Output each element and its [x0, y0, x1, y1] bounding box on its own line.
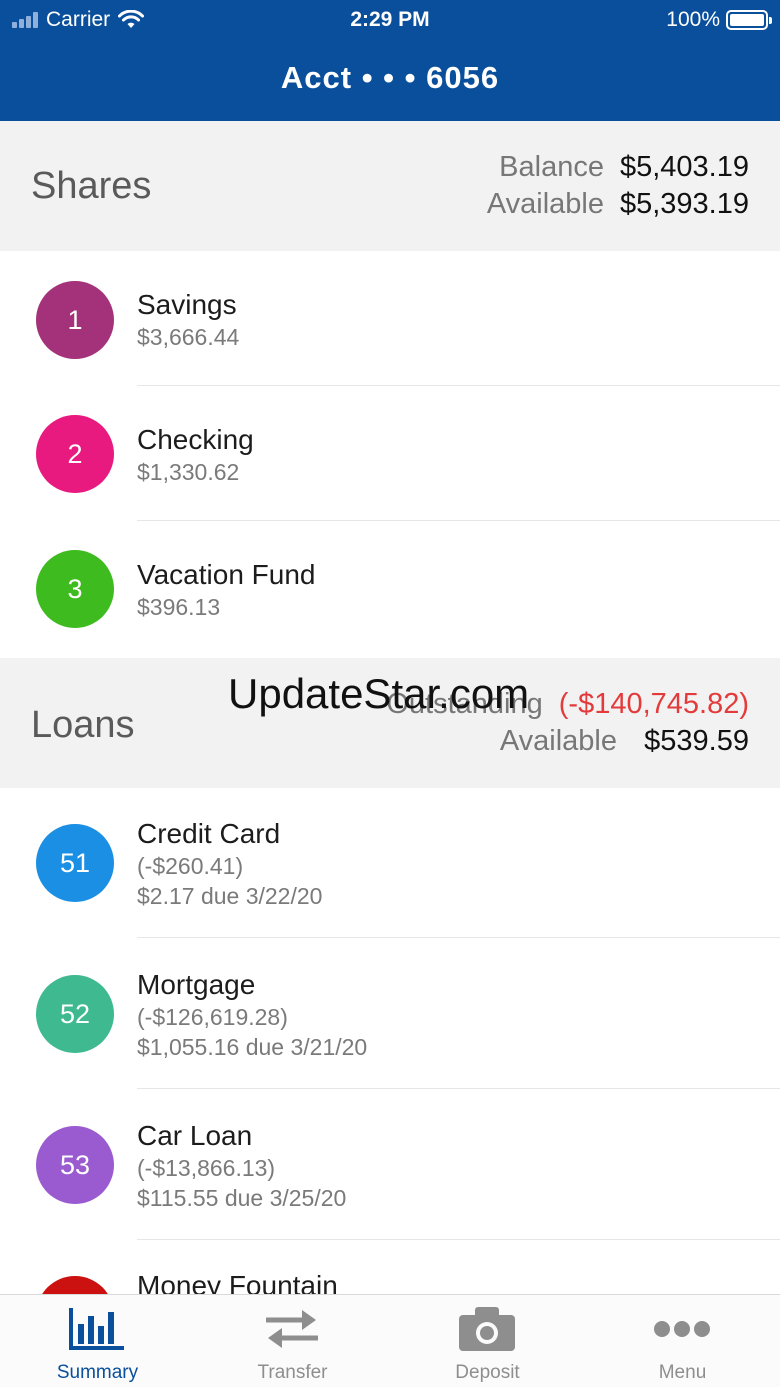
loans-available-value: $539.59 [644, 725, 749, 757]
loans-outstanding-value: (-$140,745.82) [558, 688, 749, 720]
account-amount: $396.13 [137, 594, 221, 620]
status-time: 2:29 PM [350, 8, 430, 31]
loan-due: $115.55 due 3/25/20 [137, 1185, 347, 1211]
loans-title: Loans [31, 704, 135, 746]
watermark-text: UpdateStar.com [228, 670, 530, 717]
loan-balance: (-$126,619.28) [137, 1004, 288, 1030]
battery-percent: 100% [666, 8, 720, 31]
more-dots-icon [652, 1305, 712, 1353]
tab-bar: Summary Transfer Deposit Menu [0, 1294, 780, 1387]
account-name: Checking [137, 424, 254, 455]
account-title: Acct • • • 6056 [280, 60, 500, 95]
loan-row-credit-card[interactable]: 51 Credit Card (-$260.41) $2.17 due 3/22… [0, 788, 780, 938]
account-row-savings[interactable]: 1 Savings $3,666.44 [0, 251, 780, 386]
bar-chart-icon [67, 1305, 127, 1353]
account-row-vacation-fund[interactable]: 3 Vacation Fund $396.13 [0, 521, 780, 658]
tab-menu[interactable]: Menu [585, 1295, 780, 1387]
transfer-arrows-icon [262, 1305, 322, 1353]
loans-available-label: Available [499, 725, 617, 757]
shares-title: Shares [31, 165, 152, 207]
tab-deposit[interactable]: Deposit [390, 1295, 585, 1387]
loan-name: Money Fountain [137, 1270, 338, 1294]
shares-section-header: Shares Balance $5,403.19 Available $5,39… [0, 121, 780, 251]
shares-available-row: Available $5,393.19 [424, 188, 749, 221]
loan-due: $2.17 due 3/22/20 [137, 883, 323, 909]
battery-icon [726, 10, 772, 30]
shares-balance-value: $5,403.19 [619, 151, 749, 183]
account-badge [36, 1276, 114, 1294]
tab-summary[interactable]: Summary [0, 1295, 195, 1387]
account-badge: 3 [36, 550, 114, 628]
shares-balance-label: Balance [499, 151, 604, 183]
account-amount: $1,330.62 [137, 459, 240, 485]
shares-balance-row: Balance $5,403.19 [424, 151, 749, 184]
loan-row-mortgage[interactable]: 52 Mortgage (-$126,619.28) $1,055.16 due… [0, 938, 780, 1089]
tab-label: Transfer [257, 1362, 328, 1383]
account-badge: 51 [36, 824, 114, 902]
tab-transfer[interactable]: Transfer [195, 1295, 390, 1387]
app-header: Carrier 2:29 PM 100% Acct • • • 6056 [0, 0, 780, 121]
loans-available-row: Available $539.59 [377, 725, 749, 758]
loan-balance: (-$260.41) [137, 853, 244, 879]
account-badge: 52 [36, 975, 114, 1053]
camera-icon [457, 1305, 517, 1353]
account-badge: 2 [36, 415, 114, 493]
shares-available-label: Available [486, 188, 604, 220]
account-badge: 53 [36, 1126, 114, 1204]
loan-row-car-loan[interactable]: 53 Car Loan (-$13,866.13) $115.55 due 3/… [0, 1089, 780, 1240]
status-bar: Carrier 2:29 PM 100% [0, 0, 780, 40]
account-name: Vacation Fund [137, 559, 316, 590]
loan-balance: (-$13,866.13) [137, 1155, 276, 1181]
tab-label: Summary [56, 1362, 139, 1383]
loan-due: $1,055.16 due 3/21/20 [137, 1034, 368, 1060]
account-amount: $3,666.44 [137, 324, 240, 350]
loan-name: Credit Card [137, 818, 281, 849]
account-name: Savings [137, 289, 237, 320]
shares-available-value: $5,393.19 [619, 188, 749, 220]
status-right: 100% [666, 8, 772, 32]
tab-label: Deposit [455, 1362, 520, 1383]
loan-name: Mortgage [137, 969, 256, 1000]
tab-label: Menu [658, 1362, 707, 1383]
account-row-checking[interactable]: 2 Checking $1,330.62 [0, 386, 780, 521]
loan-row-money-fountain[interactable]: Money Fountain [0, 1240, 780, 1294]
loan-name: Car Loan [137, 1120, 253, 1151]
account-badge: 1 [36, 281, 114, 359]
